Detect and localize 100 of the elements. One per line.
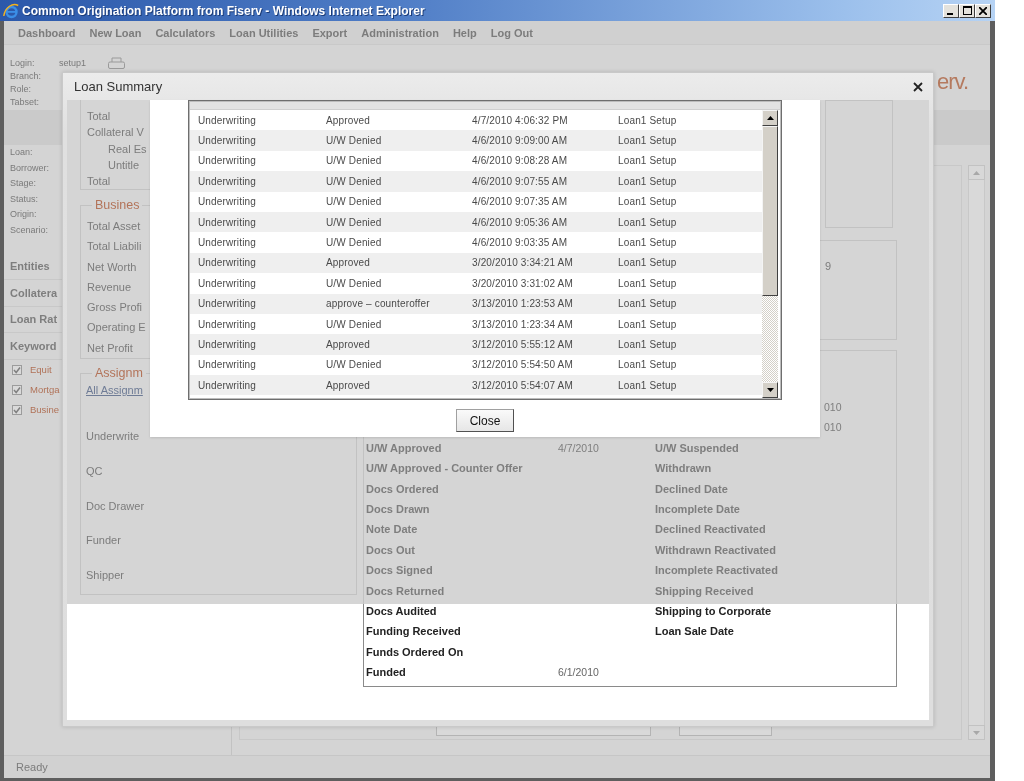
milestone-label: Funding Received <box>366 624 461 640</box>
milestone-label: Withdrawn Reactivated <box>655 542 776 558</box>
summary-label: Revenue <box>87 279 132 295</box>
milestone-label: U/W Approved <box>366 440 442 456</box>
table-cell: Underwriting <box>198 277 256 289</box>
table-cell: 4/6/2010 9:03:35 AM <box>472 237 568 249</box>
table-row[interactable]: Underwriting Approved 3/12/2010 5:54:07 AM Loan1 Setup <box>190 375 762 396</box>
table-cell: 3/13/2010 1:23:53 AM <box>472 298 573 310</box>
close-button[interactable]: Close <box>456 409 514 432</box>
table-cell: 3/20/2010 3:34:21 AM <box>472 257 573 269</box>
logo-text: erv. <box>937 69 970 95</box>
table-cell: Underwriting <box>198 155 256 167</box>
table-cell: Loan1 Setup <box>618 135 677 147</box>
table-cell: U/W Denied <box>326 318 382 330</box>
milestone-label: U/W Suspended <box>655 440 739 456</box>
fieldset-legend: Assignm <box>92 366 146 381</box>
table-cell: Loan1 Setup <box>618 114 677 126</box>
field-label: Scenario: <box>10 223 49 237</box>
maximize-button[interactable] <box>959 3 975 18</box>
table-cell: Loan1 Setup <box>618 216 677 228</box>
close-button[interactable] <box>975 3 991 18</box>
button[interactable] <box>436 727 651 736</box>
milestone-label: Docs Out <box>366 542 415 558</box>
field-label: Role: <box>10 83 32 94</box>
scrollbar-thumb[interactable] <box>762 126 778 296</box>
table-cell: Underwriting <box>198 339 256 350</box>
table-cell: Loan1 Setup <box>618 175 677 187</box>
milestone-date: 010 <box>824 400 842 415</box>
milestone-label: Docs Drawn <box>366 501 430 517</box>
table-cell: Approved <box>326 379 370 391</box>
minimize-icon <box>947 12 953 15</box>
browser-icon <box>3 2 19 19</box>
table-cell: 3/12/2010 5:54:50 AM <box>472 359 573 371</box>
table-cell: Underwriting <box>198 196 256 208</box>
table-cell: 4/6/2010 9:08:28 AM <box>472 155 568 167</box>
table-cell: 4/6/2010 9:07:35 AM <box>472 196 568 208</box>
table-cell: Underwriting <box>198 359 256 371</box>
table-cell: 3/13/2010 1:23:34 AM <box>472 318 573 330</box>
field-label: Origin: <box>10 208 37 222</box>
summary-label: Net Profit <box>87 340 133 356</box>
table-cell: Underwriting <box>198 257 256 269</box>
table-cell: Loan1 Setup <box>618 298 677 310</box>
fieldset-legend: Busines <box>92 198 143 212</box>
summary-label: Doc Drawer <box>86 498 145 514</box>
summary-label: Real Es <box>108 141 147 157</box>
table-cell: 4/7/2010 4:06:32 PM <box>472 114 568 126</box>
table-cell: Underwriting <box>198 216 256 228</box>
table-cell: Underwriting <box>198 318 256 330</box>
table-row[interactable]: Underwriting U/W Denied 4/6/2010 9:07:55 AM Loan1 Setup <box>190 171 762 192</box>
table-cell: Loan1 Setup <box>618 339 677 350</box>
checkbox[interactable] <box>12 364 22 375</box>
field-label: Login: <box>10 57 36 68</box>
minimize-button[interactable] <box>943 3 959 18</box>
table-cell: Loan1 Setup <box>618 196 677 208</box>
button[interactable] <box>679 727 772 736</box>
checkbox[interactable] <box>12 384 22 395</box>
arrow-down-icon <box>973 730 980 735</box>
table-row[interactable]: Underwriting U/W Denied 4/6/2010 9:09:00 AM Loan1 Setup <box>190 130 762 151</box>
milestone-label: Docs Ordered <box>366 481 439 497</box>
table-cell: U/W Denied <box>326 155 382 167</box>
table-cell: Loan1 Setup <box>618 379 677 391</box>
milestone-label: Incomplete Date <box>655 501 740 517</box>
arrow-up-icon <box>766 116 774 120</box>
table-cell: Underwriting <box>198 114 256 126</box>
field-label: Branch: <box>10 70 43 81</box>
summary-label: Underwrite <box>86 429 140 445</box>
window-title: Common Origination Platform from Fiserv - Windows Internet Explorer <box>22 3 425 18</box>
milestone-label: Withdrawn <box>655 461 712 477</box>
table-cell: Approved <box>326 257 370 269</box>
table-cell: Loan1 Setup <box>618 257 677 269</box>
table-row[interactable]: Underwriting Approved 3/12/2010 5:55:12 AM Loan1 Setup <box>190 334 762 355</box>
table-row[interactable]: Underwriting approve – counteroffer 3/13/2010 1:23:53 AM Loan1 Setup <box>190 293 762 314</box>
table-cell: Underwriting <box>198 135 256 147</box>
summary-label: Total Liabili <box>87 239 142 255</box>
milestone-date: 6/1/2010 <box>558 665 599 681</box>
table-cell: 4/6/2010 9:05:36 AM <box>472 216 568 228</box>
maximize-icon <box>962 6 972 15</box>
close-icon[interactable] <box>913 81 923 92</box>
printer-icon[interactable] <box>108 56 125 69</box>
milestone-label: Note Date <box>366 522 418 538</box>
table-cell: U/W Denied <box>326 175 382 187</box>
table-row[interactable]: Underwriting Approved 3/20/2010 3:34:21 AM Loan1 Setup <box>190 252 762 274</box>
milestone-label: Declined Date <box>655 481 728 497</box>
milestone-label: U/W Approved - Counter Offer <box>366 461 523 477</box>
table-cell: Approved <box>326 339 370 350</box>
table-row[interactable]: Underwriting U/W Denied 4/6/2010 9:05:36 AM Loan1 Setup <box>190 211 762 233</box>
milestone-label: Incomplete Reactivated <box>655 563 778 579</box>
table-cell: 3/12/2010 5:54:07 AM <box>472 379 573 391</box>
table-cell: Approved <box>326 114 370 126</box>
milestone-label: Shipping Received <box>655 583 754 599</box>
checkbox-label: Mortga <box>30 384 60 396</box>
summary-label: Total Asset <box>87 219 141 234</box>
table-cell: U/W Denied <box>326 277 382 289</box>
field-label: Borrower: <box>10 161 49 175</box>
milestone-date: 010 <box>824 420 842 436</box>
milestone-date: 4/7/2010 <box>558 440 599 456</box>
table-cell: Underwriting <box>198 298 256 310</box>
checkbox[interactable] <box>12 404 22 415</box>
summary-label: Gross Profi <box>87 300 142 316</box>
milestone-label: Docs Audited <box>366 604 437 619</box>
